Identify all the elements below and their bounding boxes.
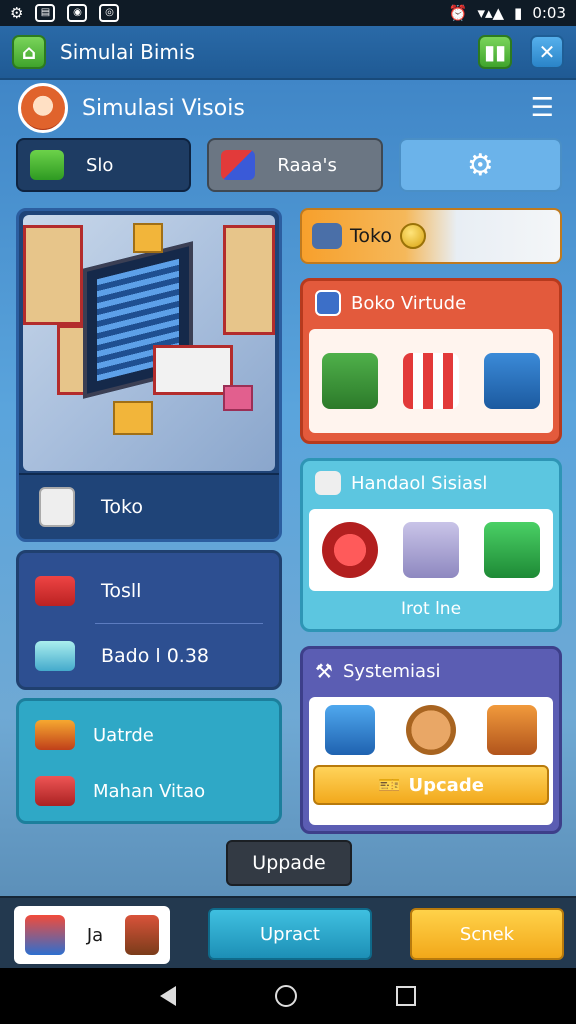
panel-header: ⚒ Systemiasi <box>303 649 559 693</box>
upgrade-button[interactable]: 🎫 Upcade <box>313 765 549 805</box>
trash-bin-icon[interactable] <box>484 353 541 409</box>
app-bar: ⌂ Simulai Bimis ▮▮ ✕ <box>0 26 576 80</box>
bear-icon[interactable] <box>405 705 456 755</box>
settings-icon: ⚙ <box>10 4 24 22</box>
handling-panel[interactable]: Handaol Sisiasl Irot lne <box>300 458 562 632</box>
gear-icon: ⚙ <box>466 147 494 183</box>
upgrade-action-button[interactable]: Upract <box>208 908 372 960</box>
bottom-bar: Ja Upract Scnek <box>0 896 576 968</box>
market-card: Uatrde Mahan Vitao <box>16 698 282 824</box>
store-illustration <box>23 215 275 471</box>
recents-icon[interactable] <box>396 986 417 1006</box>
upgrade-button-label: Upcade <box>408 774 484 796</box>
panel-body: 🎫 Upcade <box>309 697 553 825</box>
search-button[interactable]: Scnek <box>410 908 564 960</box>
close-icon: ✕ <box>538 40 556 64</box>
tape-roll-icon[interactable] <box>321 522 378 578</box>
signal-icon: ▾▴▲ <box>477 4 505 22</box>
profile-name: Simulasi Visois <box>82 95 245 121</box>
book-icon <box>315 290 341 316</box>
panel-body <box>309 329 553 433</box>
virtual-store-panel[interactable]: Boko Virtude <box>300 278 562 444</box>
store-label: Toko <box>101 496 143 518</box>
shop-stall-icon[interactable] <box>402 353 459 409</box>
register-icon <box>35 720 75 750</box>
tab-shop[interactable]: Slo <box>16 138 192 192</box>
store-bar[interactable]: Toko <box>300 208 562 264</box>
ticket-icon: 🎫 <box>378 774 401 796</box>
cart-icon <box>35 641 75 671</box>
avatar[interactable] <box>18 83 68 133</box>
list-item-label: Tosll <box>101 580 142 602</box>
box-icon <box>39 487 75 527</box>
truck-icon <box>312 223 342 249</box>
item-row <box>309 705 553 755</box>
cart-icon <box>35 576 75 606</box>
inventory-widget[interactable]: Ja <box>14 906 170 964</box>
system-nav-bar <box>0 968 576 1024</box>
green-register-icon[interactable] <box>484 522 541 578</box>
list-item[interactable]: Uatrde <box>35 707 263 763</box>
home-icon: ⌂ <box>21 40 37 64</box>
panel-title: Boko Virtude <box>351 292 467 314</box>
left-column: Toko Tosll Bado l 0.38 Uatrde Mahan Vita… <box>16 208 282 824</box>
panel-title: Handaol Sisiasl <box>351 472 488 494</box>
tools-icon: ⚒ <box>315 659 333 683</box>
alarm-icon: ⏰ <box>448 4 468 22</box>
list-item-label: Uatrde <box>93 724 154 746</box>
menu-icon[interactable]: ☰ <box>531 93 554 123</box>
box-icon <box>24 915 65 955</box>
store-card[interactable]: Toko <box>16 208 282 542</box>
tab-goods[interactable]: Raaa's <box>207 138 383 192</box>
machine-icon[interactable] <box>402 522 459 578</box>
home-circle-icon[interactable] <box>274 985 297 1007</box>
app-title: Simulai Bimis <box>60 40 195 64</box>
home-button[interactable]: ⌂ <box>12 35 46 69</box>
clock: 0:03 <box>532 4 566 22</box>
list-item[interactable]: Bado l 0.38 <box>35 624 263 688</box>
cart-icon <box>35 776 75 806</box>
panel-body <box>309 509 553 591</box>
stats-button[interactable]: ▮▮ <box>478 35 512 69</box>
notification-icon: ▤ <box>35 4 56 22</box>
right-column: Toko Boko Virtude Handaol Sisiasl Irot l… <box>300 208 562 834</box>
blue-box-icon[interactable] <box>324 705 375 755</box>
close-button[interactable]: ✕ <box>530 35 564 69</box>
panel-footer: Irot lne <box>400 599 462 619</box>
back-icon[interactable] <box>159 986 176 1006</box>
panel-header: Handaol Sisiasl <box>303 461 559 505</box>
list-item-label: Bado l 0.38 <box>101 645 210 667</box>
crate-icon[interactable] <box>321 353 378 409</box>
tab-label: Slo <box>86 154 114 176</box>
system-panel[interactable]: ⚒ Systemiasi 🎫 Upcade <box>300 646 562 834</box>
cart-icon <box>125 915 160 955</box>
list-item-label: Mahan Vitao <box>93 780 206 802</box>
package-icon <box>221 150 256 180</box>
profile-row: Simulasi Visois ☰ <box>18 83 558 133</box>
store-footer: Toko <box>19 473 279 539</box>
coin-icon <box>399 223 426 249</box>
bar-chart-icon: ▮▮ <box>483 40 506 64</box>
crate-icon[interactable] <box>487 705 538 755</box>
app-icon: ◉ <box>67 4 88 22</box>
panel-title: Systemiasi <box>342 660 441 682</box>
stats-card: Tosll Bado l 0.38 <box>16 550 282 690</box>
list-item[interactable]: Mahan Vitao <box>35 763 263 819</box>
media-icon: ◎ <box>99 4 120 22</box>
status-bar: ⚙ ▤ ◉ ◎ ⏰ ▾▴▲ ▮ 0:03 <box>0 0 576 26</box>
store-bar-label: Toko <box>350 225 392 247</box>
list-item[interactable]: Tosll <box>35 559 263 623</box>
tab-bar: Slo Raaa's ⚙ <box>16 138 562 192</box>
basket-icon <box>30 150 64 180</box>
parcel-icon <box>315 471 341 495</box>
battery-icon: ▮ <box>514 4 523 22</box>
tab-label: Raaa's <box>277 154 337 176</box>
tab-settings[interactable]: ⚙ <box>398 138 562 192</box>
center-upgrade-button[interactable]: Uppade <box>226 840 352 886</box>
panel-header: Boko Virtude <box>303 281 559 325</box>
inventory-label: Ja <box>86 924 104 946</box>
